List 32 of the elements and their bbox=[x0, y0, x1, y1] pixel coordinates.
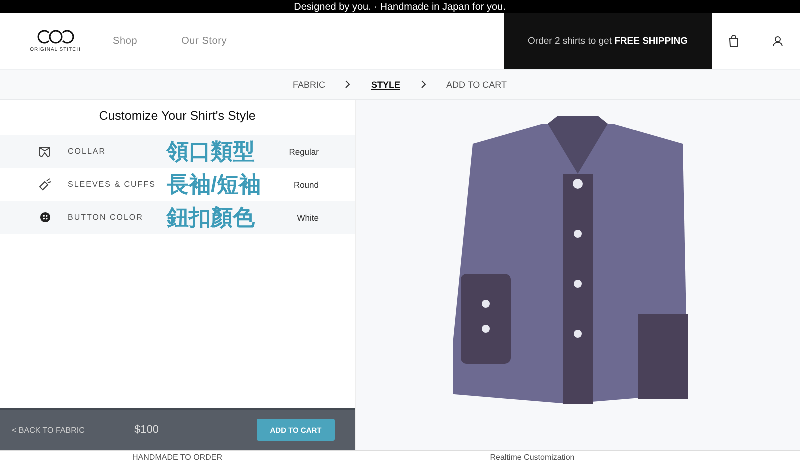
sleeve-icon bbox=[38, 178, 52, 192]
back-link[interactable]: < BACK TO FABRIC bbox=[12, 426, 134, 434]
annotation-text: 領口類型 bbox=[167, 140, 256, 164]
chevron-icon bbox=[345, 80, 352, 89]
annotation-text: 鈕扣顏色 bbox=[167, 206, 256, 230]
shopping-bag-icon[interactable] bbox=[729, 35, 739, 47]
nav-link[interactable]: Our Story bbox=[182, 36, 228, 46]
chevron-icon bbox=[420, 80, 426, 89]
promo-text: Order 2 shirts to get FREE SHIPPING bbox=[528, 36, 688, 46]
panel-title: Customize Your Shirt's Style bbox=[98, 108, 257, 125]
option-value: Round bbox=[294, 180, 319, 190]
option-row[interactable]: SLEEVES & CUFFS 長袖/短袖 Round bbox=[0, 168, 355, 201]
option-label: COLLAR bbox=[68, 147, 108, 156]
nav-link[interactable]: Shop bbox=[113, 36, 138, 46]
collar-icon bbox=[38, 144, 52, 158]
logo-icon bbox=[36, 29, 76, 45]
option-label: SLEEVES & CUFFS bbox=[68, 180, 157, 189]
option-row[interactable]: COLLAR 領口類型 Regular bbox=[0, 135, 355, 168]
option-value: White bbox=[297, 212, 319, 222]
option-row[interactable]: BUTTON COLOR 鈕扣顏色 White bbox=[0, 201, 355, 234]
user-icon[interactable] bbox=[773, 36, 783, 46]
step-tab[interactable]: STYLE bbox=[371, 80, 400, 90]
button-icon bbox=[38, 212, 52, 223]
step-tab[interactable]: ADD TO CART bbox=[446, 80, 508, 90]
feature-text: Realtime Customization bbox=[489, 452, 576, 464]
option-value: Regular bbox=[289, 146, 319, 156]
feature-text: HANDMADE TO ORDER bbox=[132, 452, 224, 464]
option-label: BUTTON COLOR bbox=[68, 213, 144, 222]
annotation-text: 長袖/短袖 bbox=[167, 172, 262, 196]
step-tab[interactable]: FABRIC bbox=[292, 80, 326, 90]
banner-text: Designed by you. · Handmade in Japan for you. bbox=[294, 3, 506, 13]
price-text: $100 bbox=[134, 424, 160, 436]
